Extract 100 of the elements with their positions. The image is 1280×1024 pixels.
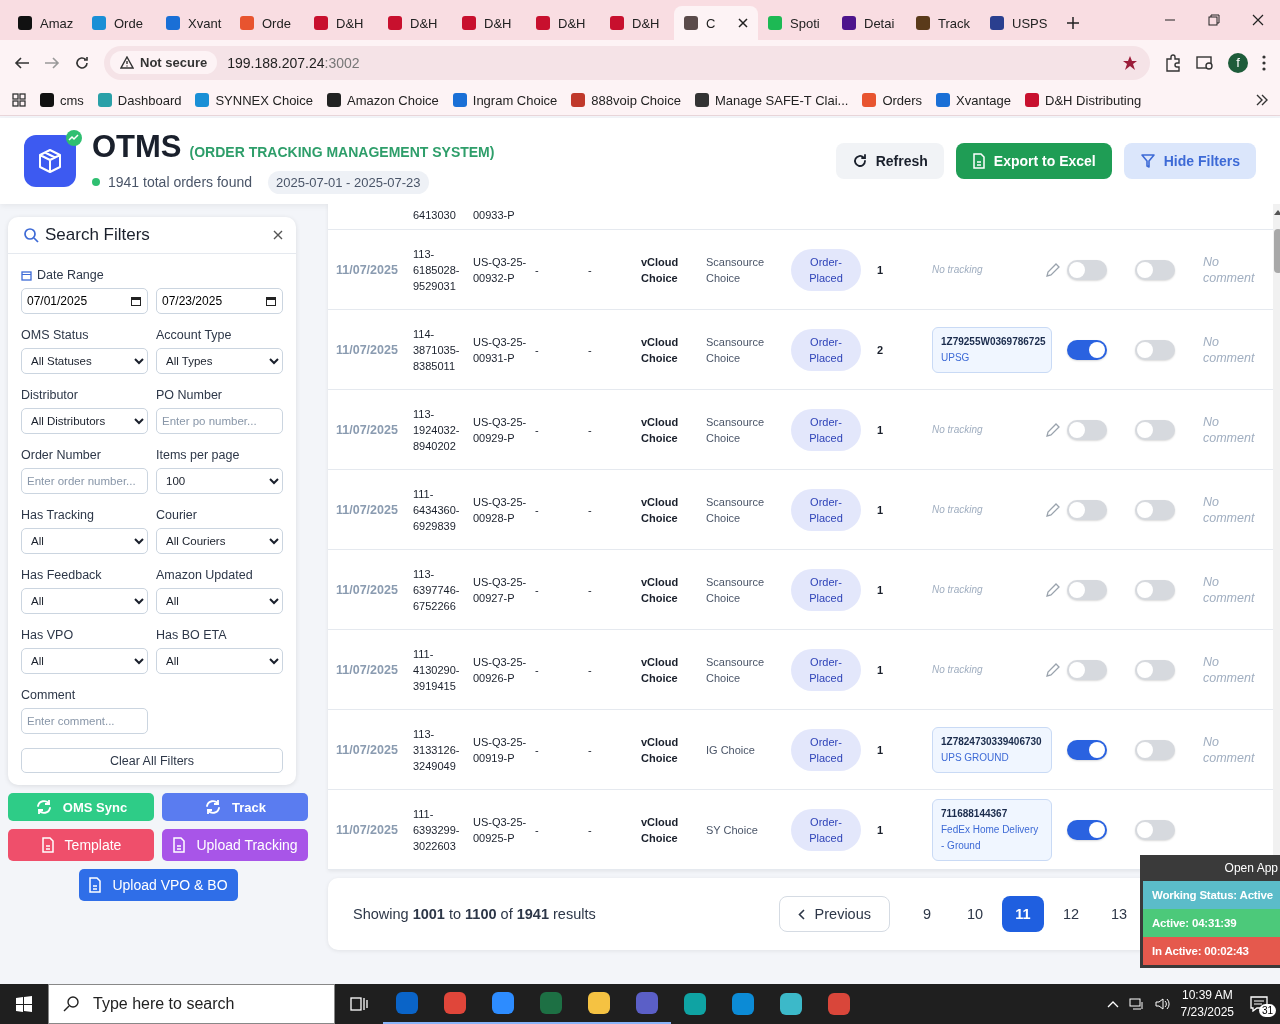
dropdown[interactable]: All bbox=[156, 648, 283, 674]
forward-icon[interactable] bbox=[44, 54, 60, 71]
extensions-icon[interactable] bbox=[1164, 53, 1182, 72]
refresh-button[interactable]: Refresh bbox=[835, 143, 944, 179]
toggle-switch[interactable] bbox=[1067, 819, 1107, 840]
bookmark[interactable]: Manage SAFE-T Clai... bbox=[694, 92, 849, 108]
close-icon[interactable] bbox=[273, 230, 283, 240]
windows-start-icon[interactable] bbox=[16, 996, 32, 1012]
action-button[interactable]: Upload Tracking bbox=[162, 829, 308, 861]
notification-button[interactable]: 31 bbox=[1244, 989, 1274, 1019]
toggle-switch[interactable] bbox=[1135, 659, 1175, 680]
input-field[interactable]: Enter order number... bbox=[21, 468, 148, 494]
dropdown[interactable]: All Types bbox=[156, 348, 283, 374]
taskbar-clock[interactable]: 10:39 AM 7/23/2025 bbox=[1180, 987, 1234, 1021]
dropdown[interactable]: All Distributors bbox=[21, 408, 148, 434]
date-picker[interactable]: 07/01/2025 bbox=[21, 288, 148, 314]
date-field[interactable]: 07/01/2025 bbox=[27, 294, 117, 308]
browser-tab[interactable]: C bbox=[674, 6, 758, 40]
toggle-switch[interactable] bbox=[1067, 259, 1107, 280]
dropdown[interactable]: All Couriers bbox=[156, 528, 283, 554]
toggle-switch[interactable] bbox=[1067, 659, 1107, 680]
new-tab-icon[interactable] bbox=[1066, 16, 1080, 30]
page-button[interactable]: 9 bbox=[906, 896, 948, 932]
action-button[interactable]: Track bbox=[162, 793, 308, 821]
browser-tab[interactable]: Orde bbox=[230, 6, 304, 40]
bookmark[interactable]: Xvantage bbox=[936, 92, 1012, 108]
dropdown[interactable]: All Statuses bbox=[21, 348, 148, 374]
bookmark[interactable]: cms bbox=[40, 92, 84, 108]
input-field[interactable]: Enter po number... bbox=[156, 408, 283, 434]
bookmark[interactable]: 888voip Choice bbox=[571, 92, 681, 108]
more-bookmarks-icon[interactable] bbox=[1256, 94, 1268, 106]
menu-icon[interactable] bbox=[1262, 54, 1266, 71]
toggle-switch[interactable] bbox=[1135, 419, 1175, 440]
toggle-switch[interactable] bbox=[1135, 499, 1175, 520]
action-button[interactable]: Upload VPO & BO bbox=[78, 869, 238, 901]
dropdown[interactable]: All bbox=[156, 588, 283, 614]
browser-tab[interactable]: Track bbox=[906, 6, 980, 40]
page-button[interactable]: 11 bbox=[1002, 896, 1044, 932]
input-field[interactable]: Enter comment... bbox=[21, 708, 148, 734]
date-picker[interactable]: 07/23/2025 bbox=[156, 288, 283, 314]
pencil-icon[interactable] bbox=[1045, 501, 1061, 518]
page-button[interactable]: 13 bbox=[1098, 896, 1140, 932]
previous-button[interactable]: Previous bbox=[778, 896, 890, 932]
bookmark[interactable]: Ingram Choice bbox=[452, 92, 558, 108]
bookmark[interactable]: Orders bbox=[862, 92, 923, 108]
toggle-switch[interactable] bbox=[1135, 819, 1175, 840]
toggle-switch[interactable] bbox=[1067, 579, 1107, 600]
browser-tab[interactable]: Xvant bbox=[156, 6, 230, 40]
apps-icon[interactable] bbox=[12, 93, 26, 107]
page-button[interactable]: 10 bbox=[954, 896, 996, 932]
tab-search-icon[interactable] bbox=[1196, 54, 1214, 71]
pencil-icon[interactable] bbox=[1045, 421, 1061, 438]
security-chip[interactable]: Not secure bbox=[110, 51, 218, 74]
browser-tab[interactable]: D&H bbox=[304, 6, 378, 40]
profile-avatar[interactable]: f bbox=[1228, 52, 1248, 73]
dropdown[interactable]: All bbox=[21, 588, 148, 614]
bookmark[interactable]: Dashboard bbox=[97, 92, 182, 108]
caret-up-icon[interactable] bbox=[1106, 1000, 1119, 1008]
page-button[interactable]: 12 bbox=[1050, 896, 1092, 932]
taskbar-search-box[interactable]: Type here to search bbox=[48, 984, 335, 1024]
toggle-switch[interactable] bbox=[1135, 579, 1175, 600]
restore-icon[interactable] bbox=[1208, 14, 1220, 26]
browser-tab[interactable]: D&H bbox=[452, 6, 526, 40]
network-icon[interactable] bbox=[1128, 997, 1145, 1011]
star-icon[interactable] bbox=[1122, 54, 1138, 71]
toggle-switch[interactable] bbox=[1135, 339, 1175, 360]
toggle-switch[interactable] bbox=[1067, 739, 1107, 760]
toggle-switch[interactable] bbox=[1067, 499, 1107, 520]
dropdown[interactable]: 100 bbox=[156, 468, 283, 494]
address-bar[interactable]: Not secure 199.188.207.24:3002 bbox=[104, 45, 1150, 80]
bookmark[interactable]: Amazon Choice bbox=[327, 92, 439, 108]
browser-tab[interactable]: Orde bbox=[82, 6, 156, 40]
browser-tab[interactable]: D&H bbox=[600, 6, 674, 40]
toggle-switch[interactable] bbox=[1135, 739, 1175, 760]
action-button[interactable]: Template bbox=[8, 829, 154, 861]
toggle-switch[interactable] bbox=[1067, 339, 1107, 360]
browser-tab[interactable]: Detai bbox=[832, 6, 906, 40]
browser-tab[interactable]: USPS bbox=[980, 6, 1054, 40]
filter-toggle-button[interactable]: Hide Filters bbox=[1123, 143, 1256, 179]
open-app-button[interactable]: Open App bbox=[1143, 855, 1280, 881]
reload-icon[interactable] bbox=[74, 54, 90, 71]
dropdown[interactable]: All bbox=[21, 648, 148, 674]
close-icon[interactable] bbox=[1252, 14, 1264, 26]
toggle-switch[interactable] bbox=[1067, 419, 1107, 440]
browser-tab[interactable]: Amaz bbox=[8, 6, 82, 40]
toggle-switch[interactable] bbox=[1135, 259, 1175, 280]
bookmark[interactable]: SYNNEX Choice bbox=[195, 92, 313, 108]
pencil-icon[interactable] bbox=[1045, 261, 1061, 278]
task-view-icon[interactable] bbox=[350, 996, 368, 1012]
browser-tab[interactable]: D&H bbox=[526, 6, 600, 40]
volume-icon[interactable] bbox=[1154, 997, 1171, 1011]
browser-tab[interactable]: Spoti bbox=[758, 6, 832, 40]
back-icon[interactable] bbox=[14, 54, 30, 71]
pencil-icon[interactable] bbox=[1045, 581, 1061, 598]
pencil-icon[interactable] bbox=[1045, 661, 1061, 678]
clear-filters-button[interactable]: Clear All Filters bbox=[21, 748, 283, 773]
dropdown[interactable]: All bbox=[21, 528, 148, 554]
browser-tab[interactable]: D&H bbox=[378, 6, 452, 40]
date-field[interactable]: 07/23/2025 bbox=[162, 294, 252, 308]
bookmark[interactable]: D&H Distributing bbox=[1025, 92, 1142, 108]
